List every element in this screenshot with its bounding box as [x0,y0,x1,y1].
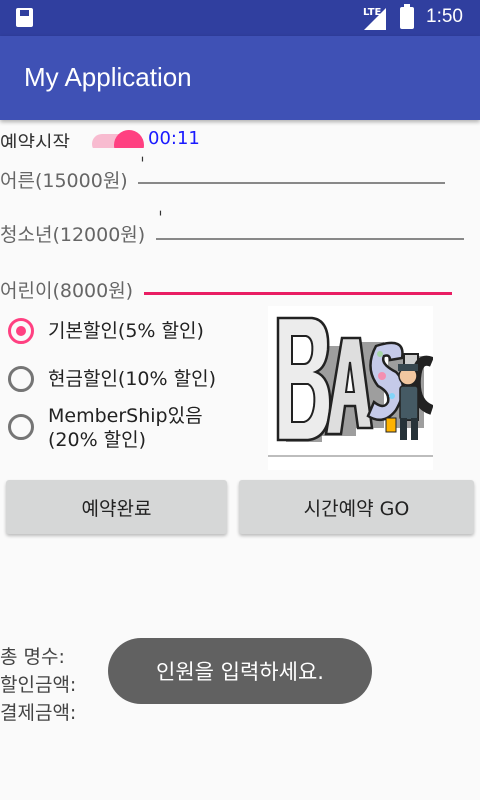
child-input[interactable] [144,270,452,298]
app-bar: My Application [0,36,480,120]
sd-card-icon [16,8,33,27]
status-bar: LTE 1:50 [0,0,480,36]
teen-input[interactable]: ˈ [156,208,464,242]
adult-label: 어른(15000원) [0,170,128,192]
signal-icon [364,8,386,30]
radio-cash-label: 현금할인(10% 할인) [48,368,216,390]
battery-icon [400,4,414,29]
toast-message: 인원을 입력하세요. [108,638,372,704]
discount-amount-label: 할인금액: [0,674,77,696]
adult-field-row: 어른(15000원) ˈ [0,154,480,200]
basic-illustration [268,306,434,470]
text-cursor: ˈ [140,154,145,175]
reservation-label: 예약시작 [0,132,70,148]
reservation-row: 예약시작 00:11 [0,120,480,148]
radio-member-label: MemberShip있음 (20% 할인) [48,405,203,451]
reservation-switch[interactable] [92,128,144,148]
adult-underline [138,182,445,184]
time-reservation-button[interactable]: 시간예약 GO [239,480,474,534]
text-cursor: ˈ [158,208,163,229]
reservation-time: 00:11 [148,128,200,148]
teen-field-row: 청소년(12000원) ˈ [0,208,480,254]
app-title: My Application [24,62,192,92]
radio-checked-icon [8,318,34,344]
status-time: 1:50 [426,6,463,27]
switch-thumb [114,130,144,148]
total-count-label: 총 명수: [0,646,65,668]
reservation-complete-button[interactable]: 예약완료 [6,480,227,534]
teen-underline [156,238,464,240]
payment-amount-label: 결제금액: [0,702,77,724]
teen-label: 청소년(12000원) [0,224,146,246]
radio-cash-discount[interactable]: 현금할인(10% 할인) [8,366,248,396]
child-label: 어린이(8000원) [0,280,134,302]
radio-unchecked-icon [8,366,34,392]
radio-member-discount[interactable]: MemberShip있음 (20% 할인) [8,404,248,458]
child-underline [144,292,452,295]
radio-unchecked-icon [8,414,34,440]
basic-logo-image [268,306,434,470]
adult-input[interactable]: ˈ [138,154,445,188]
radio-basic-label: 기본할인(5% 할인) [48,320,204,342]
radio-basic-discount[interactable]: 기본할인(5% 할인) [8,318,248,348]
child-field-row: 어린이(8000원) [0,270,480,310]
